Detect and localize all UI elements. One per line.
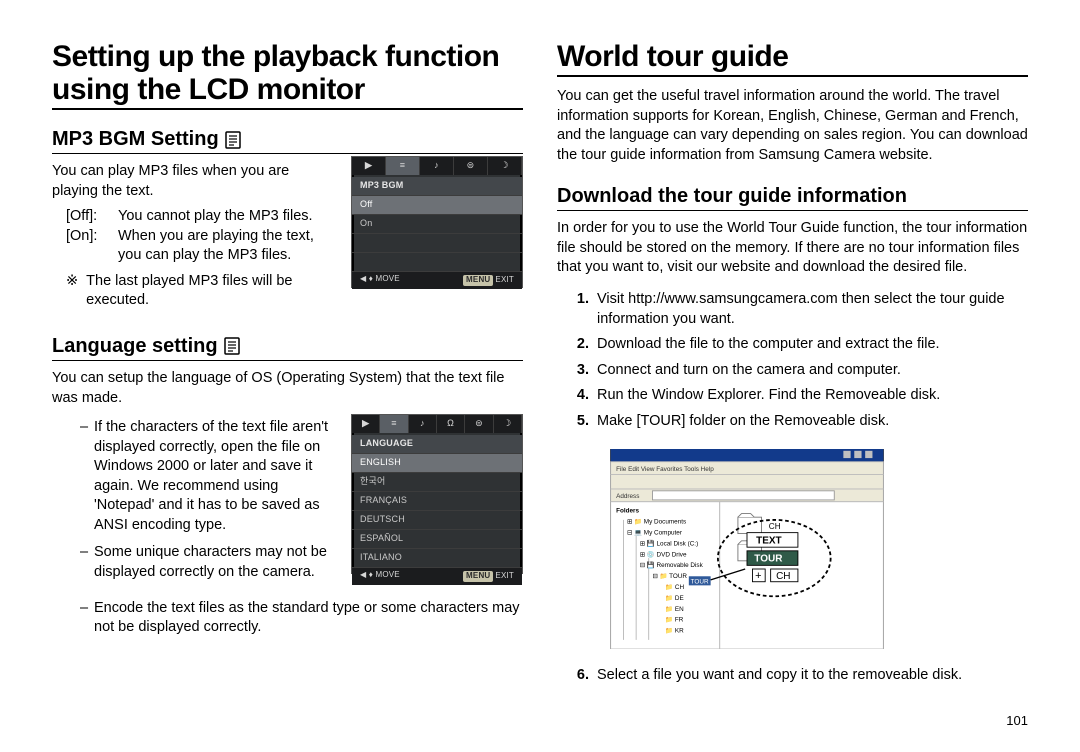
ss-foot-move: ◀ ♦ MOVE [360, 275, 400, 286]
opt-on-label: [On]: [66, 227, 118, 266]
lang-bullets-bottom: Encode the text files as the standard ty… [52, 599, 523, 646]
ss-tab-l6: ☽ [494, 415, 522, 433]
ss-row-off: Off [352, 196, 522, 215]
left-column: Setting up the playback function using t… [52, 40, 523, 728]
ss-lang-header: LANGUAGE [352, 435, 522, 454]
ss-lang-row2: FRANÇAIS [352, 492, 522, 511]
heading-download-text: Download the tour guide information [557, 185, 907, 208]
opt-off-label: [Off]: [66, 207, 118, 227]
ss-lang-row3: DEUTSCH [352, 511, 522, 530]
ss-tab-2: ≡ [386, 157, 420, 175]
lang-intro: You can setup the language of OS (Operat… [52, 369, 523, 408]
callout-plus: + [755, 570, 761, 582]
heading-language-text: Language setting [52, 335, 218, 358]
lang-bullet-3: Encode the text files as the standard ty… [80, 599, 523, 638]
ss-tab-l3: ♪ [409, 415, 437, 433]
opt-off-row: [Off]: You cannot play the MP3 files. [66, 207, 337, 227]
lcd-screenshot-mp3: ▶ ≡ ♪ ⊜ ☽ MP3 BGM Off On ◀ ♦ MOVE MENUEX… [351, 156, 523, 288]
right-title: World tour guide [557, 40, 1028, 77]
ss-body: MP3 BGM Off On [352, 175, 522, 272]
svg-text:📁 EN: 📁 EN [665, 606, 684, 613]
ss-tab-l4: Ω [437, 415, 465, 433]
download-intro: In order for you to use the World Tour G… [557, 219, 1028, 278]
svg-text:TOUR: TOUR [691, 579, 709, 586]
ss-tab-l5: ⊜ [465, 415, 493, 433]
ss-lang-row5: ITALIANO [352, 549, 522, 568]
svg-text:📁 FR: 📁 FR [665, 617, 684, 624]
ss-lang-row0: ENGLISH [352, 454, 522, 473]
step-2: Download the file to the computer and ex… [593, 335, 1028, 355]
heading-mp3-bgm-text: MP3 BGM Setting [52, 128, 219, 151]
mp3-text-block: You can play MP3 files when you are play… [52, 156, 337, 311]
svg-text:Folders: Folders [616, 508, 639, 515]
footnote-text: The last played MP3 files will be execut… [86, 272, 337, 311]
heading-download: Download the tour guide information [557, 185, 1028, 211]
ss-header: MP3 BGM [352, 177, 522, 196]
lang-bullet-2: Some unique characters may not be displa… [80, 543, 337, 582]
lang-bullets-top: If the characters of the text file aren'… [52, 418, 337, 591]
ss-lang-foot-exit: MENUEXIT [463, 571, 514, 582]
mp3-options: [Off]: You cannot play the MP3 files. [O… [66, 207, 337, 266]
lang-row: If the characters of the text file aren'… [52, 414, 523, 595]
doc-icon [225, 131, 241, 149]
svg-text:⊟ 💻 My Computer: ⊟ 💻 My Computer [627, 530, 683, 537]
download-steps: Visit http://www.samsungcamera.com then … [557, 290, 1028, 437]
doc-icon [224, 337, 240, 355]
svg-text:⊞ 💿 DVD Drive: ⊞ 💿 DVD Drive [640, 551, 687, 559]
svg-text:📁 KR: 📁 KR [665, 628, 684, 635]
right-column: World tour guide You can get the useful … [557, 40, 1028, 728]
svg-text:📁 DE: 📁 DE [665, 595, 684, 602]
ss-lang-foot-move: ◀ ♦ MOVE [360, 571, 400, 582]
ss-tab-1: ▶ [352, 157, 386, 175]
mp3-row: You can play MP3 files when you are play… [52, 156, 523, 311]
ss-tab-5: ☽ [488, 157, 522, 175]
ss-tabs: ▶ ≡ ♪ ⊜ ☽ [352, 157, 522, 175]
svg-text:⊞ 💾 Local Disk (C:): ⊞ 💾 Local Disk (C:) [640, 540, 698, 548]
callout-ch: CH [776, 571, 790, 582]
explorer-screenshot: File Edit View Favorites Tools Help Addr… [597, 449, 897, 654]
svg-text:📁 CH: 📁 CH [665, 584, 684, 591]
step-4: Run the Window Explorer. Find the Remove… [593, 386, 1028, 406]
lcd-screenshot-lang: ▶ ≡ ♪ Ω ⊜ ☽ LANGUAGE ENGLISH 한국어 FRANÇAI… [351, 414, 523, 574]
ss-footer-lang: ◀ ♦ MOVE MENUEXIT [352, 568, 522, 585]
callout-text-label: TEXT [756, 536, 782, 547]
lang-bullet-1: If the characters of the text file aren'… [80, 418, 337, 535]
step-5: Make [TOUR] folder on the Removeable dis… [593, 412, 1028, 432]
opt-on-text: When you are playing the text, you can p… [118, 227, 337, 266]
heading-mp3-bgm: MP3 BGM Setting [52, 128, 523, 154]
ss-tab-l1: ▶ [352, 415, 380, 433]
page-number: 101 [557, 713, 1028, 728]
ss-body-lang: LANGUAGE ENGLISH 한국어 FRANÇAIS DEUTSCH ES… [352, 433, 522, 568]
download-steps-2: Select a file you want and copy it to th… [557, 666, 1028, 692]
ss-footer: ◀ ♦ MOVE MENUEXIT [352, 272, 522, 289]
ss-tabs-lang: ▶ ≡ ♪ Ω ⊜ ☽ [352, 415, 522, 433]
step-6: Select a file you want and copy it to th… [593, 666, 1028, 686]
step-3: Connect and turn on the camera and compu… [593, 361, 1028, 381]
ss-row-empty2 [352, 253, 522, 272]
callout-tour-label: TOUR [754, 554, 783, 565]
svg-text:⊟ 📁 TOUR: ⊟ 📁 TOUR [652, 573, 687, 580]
mp3-intro: You can play MP3 files when you are play… [52, 162, 337, 201]
right-intro: You can get the useful travel informatio… [557, 87, 1028, 165]
ss-row-empty1 [352, 234, 522, 253]
ss-foot-exit: MENUEXIT [463, 275, 514, 286]
heading-language: Language setting [52, 335, 523, 361]
ss-tab-3: ♪ [420, 157, 454, 175]
ss-lang-row4: ESPAÑOL [352, 530, 522, 549]
svg-text:Address: Address [616, 493, 639, 500]
ss-row-on: On [352, 215, 522, 234]
svg-text:⊞ 📁 My Documents: ⊞ 📁 My Documents [627, 519, 686, 526]
opt-on-row: [On]: When you are playing the text, you… [66, 227, 337, 266]
ss-tab-l2: ≡ [380, 415, 408, 433]
left-title: Setting up the playback function using t… [52, 40, 523, 110]
footnote-mark: ※ [66, 272, 78, 311]
ss-lang-row1: 한국어 [352, 473, 522, 492]
opt-off-text: You cannot play the MP3 files. [118, 207, 337, 227]
svg-text:⊟ 💾 Removable Disk: ⊟ 💾 Removable Disk [640, 561, 704, 569]
mp3-footnote: ※ The last played MP3 files will be exec… [66, 272, 337, 311]
ss-tab-4: ⊜ [454, 157, 488, 175]
svg-text:File Edit View Favorites T: File Edit View Favorites Tools Help [616, 466, 714, 473]
explorer-ch-label: CH [769, 522, 781, 531]
step-1: Visit http://www.samsungcamera.com then … [593, 290, 1028, 329]
